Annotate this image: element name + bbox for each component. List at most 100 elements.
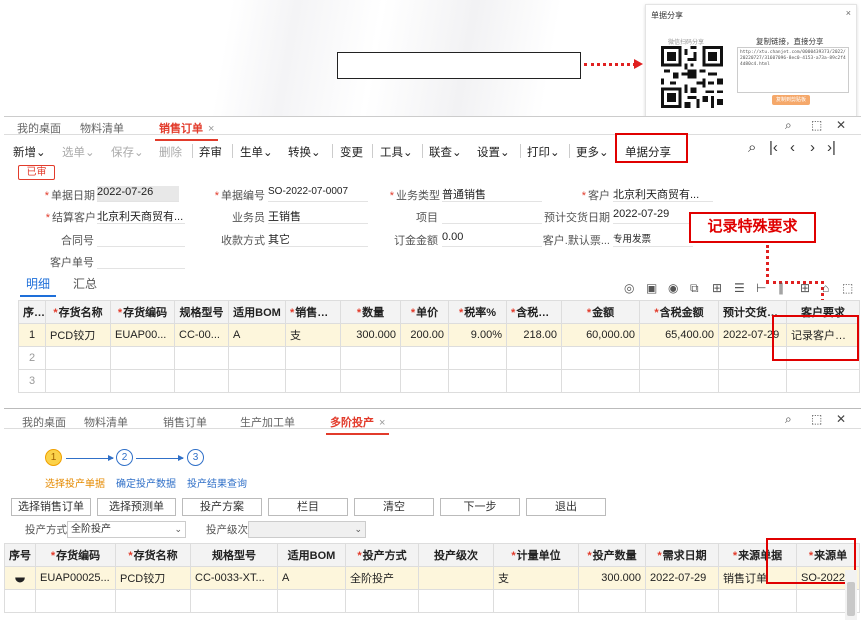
row-expand-icon[interactable]: ⯋ (4, 566, 36, 590)
copy-to-clipboard-button[interactable]: 复制到剪贴板 (772, 95, 810, 105)
table-cell[interactable]: 300.000 (340, 323, 401, 347)
clear-button[interactable]: 清空 (354, 498, 434, 516)
export-icon[interactable]: ⊞ (712, 281, 722, 295)
column-header[interactable]: *税率% (448, 300, 507, 324)
table-cell[interactable]: 300.000 (578, 566, 646, 590)
maximize-icon[interactable]: ⬚ (811, 118, 822, 132)
salesman-field[interactable]: 王销售 (268, 208, 368, 224)
table-cell[interactable] (718, 589, 797, 613)
tab-detail[interactable]: 明细 (19, 275, 57, 297)
table-cell[interactable] (493, 589, 579, 613)
table-cell[interactable] (228, 369, 286, 393)
share-link-field[interactable]: http://xtu.chanjet.com/0000439373/2022/2… (737, 47, 849, 93)
table-cell[interactable] (561, 369, 640, 393)
tab-desktop[interactable]: 我的桌面 (22, 414, 66, 430)
unaudit-button[interactable]: 弃审 (199, 144, 222, 160)
close-icon[interactable]: ✕ (836, 412, 846, 426)
preview-icon[interactable]: ⌕ (748, 139, 756, 156)
doc-date-field[interactable]: 2022-07-26 (97, 186, 179, 202)
production-level-select[interactable]: ⌄ (248, 521, 366, 538)
column-header[interactable]: *投产数量 (578, 543, 646, 567)
column-header[interactable]: *投产方式 (345, 543, 419, 567)
select-button[interactable]: 选单⌄ (62, 144, 95, 160)
column-header[interactable]: *存货名称 (45, 300, 111, 324)
table-cell[interactable] (786, 369, 860, 393)
scrollbar-thumb[interactable] (847, 582, 855, 616)
tools-button[interactable]: 工具⌄ (380, 144, 413, 160)
table-cell[interactable]: 60,000.00 (561, 323, 640, 347)
step-3-label[interactable]: 投产结果查询 (187, 475, 247, 490)
step-1-label[interactable]: 选择投产单据 (45, 475, 105, 490)
cust-order-field[interactable] (97, 253, 185, 269)
table-cell[interactable]: CC-0033-XT... (190, 566, 278, 590)
last-page-icon[interactable]: ›| (827, 139, 836, 156)
payment-field[interactable]: 其它 (268, 231, 368, 247)
table-cell[interactable] (277, 589, 346, 613)
table-cell[interactable] (561, 346, 640, 370)
table-row[interactable]: 1 PCD铰刀 EUAP00... CC-00... A 支 300.000 2… (18, 323, 860, 347)
column-header[interactable]: 投产级次 (418, 543, 494, 567)
settle-customer-field[interactable]: 北京利天商贸有... (97, 208, 185, 224)
table-cell[interactable] (174, 369, 229, 393)
table-cell[interactable]: 2022-07-29 (645, 566, 719, 590)
table-cell[interactable] (190, 589, 278, 613)
column-header[interactable]: 规格型号 (174, 300, 229, 324)
table-cell[interactable]: 9.00% (448, 323, 507, 347)
location-icon[interactable]: ◎ (624, 281, 634, 295)
maximize-icon[interactable]: ⬚ (811, 412, 822, 426)
table-cell[interactable]: PCD铰刀 (115, 566, 191, 590)
table-row[interactable] (4, 589, 860, 613)
table-cell[interactable]: 65,400.00 (639, 323, 719, 347)
column-header[interactable]: 序号 (4, 543, 36, 567)
search-icon[interactable]: ⌕ (785, 412, 792, 427)
table-cell[interactable] (340, 346, 401, 370)
customer-field[interactable]: 北京利天商贸有... (613, 186, 713, 202)
copy-icon[interactable]: ⧉ (690, 281, 699, 296)
table-cell[interactable] (228, 346, 286, 370)
table-cell[interactable] (285, 369, 341, 393)
table-cell[interactable]: 支 (285, 323, 341, 347)
table-cell[interactable]: 1 (18, 323, 46, 347)
close-icon[interactable]: × (846, 8, 851, 18)
deposit-field[interactable]: 0.00 (442, 231, 542, 247)
grid-icon[interactable]: ⊞ (800, 281, 810, 295)
doc-no-field[interactable]: SO-2022-07-0007 (268, 186, 368, 202)
table-cell[interactable] (718, 369, 787, 393)
tab-desktop[interactable]: 我的桌面 (17, 120, 61, 136)
first-page-icon[interactable]: |‹ (769, 139, 778, 156)
column-header[interactable]: *数量 (340, 300, 401, 324)
scan-icon[interactable]: ▣ (646, 281, 657, 295)
column-header[interactable]: *单价 (400, 300, 449, 324)
step-2-label[interactable]: 确定投产数据 (116, 475, 176, 490)
table-cell[interactable] (506, 346, 562, 370)
table-cell[interactable] (345, 589, 419, 613)
table-cell[interactable] (285, 346, 341, 370)
tab-close-icon[interactable]: × (379, 417, 385, 429)
table-cell[interactable]: PCD铰刀 (45, 323, 111, 347)
column-header[interactable]: *含税金额 (639, 300, 719, 324)
column-header[interactable]: 适用BOM (277, 543, 346, 567)
tree-icon[interactable]: ⊢ (756, 281, 766, 295)
table-cell[interactable] (4, 589, 36, 613)
project-field[interactable] (442, 208, 542, 224)
tab-bom[interactable]: 物料清单 (80, 120, 124, 136)
save-button[interactable]: 保存⌄ (111, 144, 144, 160)
table-cell[interactable]: 全阶投产 (345, 566, 419, 590)
table-cell[interactable]: 支 (493, 566, 579, 590)
table-cell[interactable]: 200.00 (400, 323, 449, 347)
contract-field[interactable] (97, 231, 185, 247)
column-header[interactable]: *存货编码 (110, 300, 175, 324)
tab-multi-level-production[interactable]: 多阶投产 × (325, 414, 390, 435)
table-cell[interactable] (45, 346, 111, 370)
settings-button[interactable]: 设置⌄ (477, 144, 510, 160)
biz-type-field[interactable]: 普通销售 (442, 186, 542, 202)
print-button[interactable]: 打印⌄ (527, 144, 560, 160)
change-button[interactable]: 变更 (340, 144, 363, 160)
pin-icon[interactable]: ◉ (668, 281, 678, 295)
close-icon[interactable]: ✕ (836, 118, 846, 132)
column-header[interactable]: *销售单位 (285, 300, 341, 324)
column-header[interactable]: *存货名称 (115, 543, 191, 567)
table-cell[interactable]: CC-00... (174, 323, 229, 347)
vertical-scrollbar[interactable] (845, 570, 857, 620)
filter-icon[interactable]: ☰ (734, 281, 745, 295)
